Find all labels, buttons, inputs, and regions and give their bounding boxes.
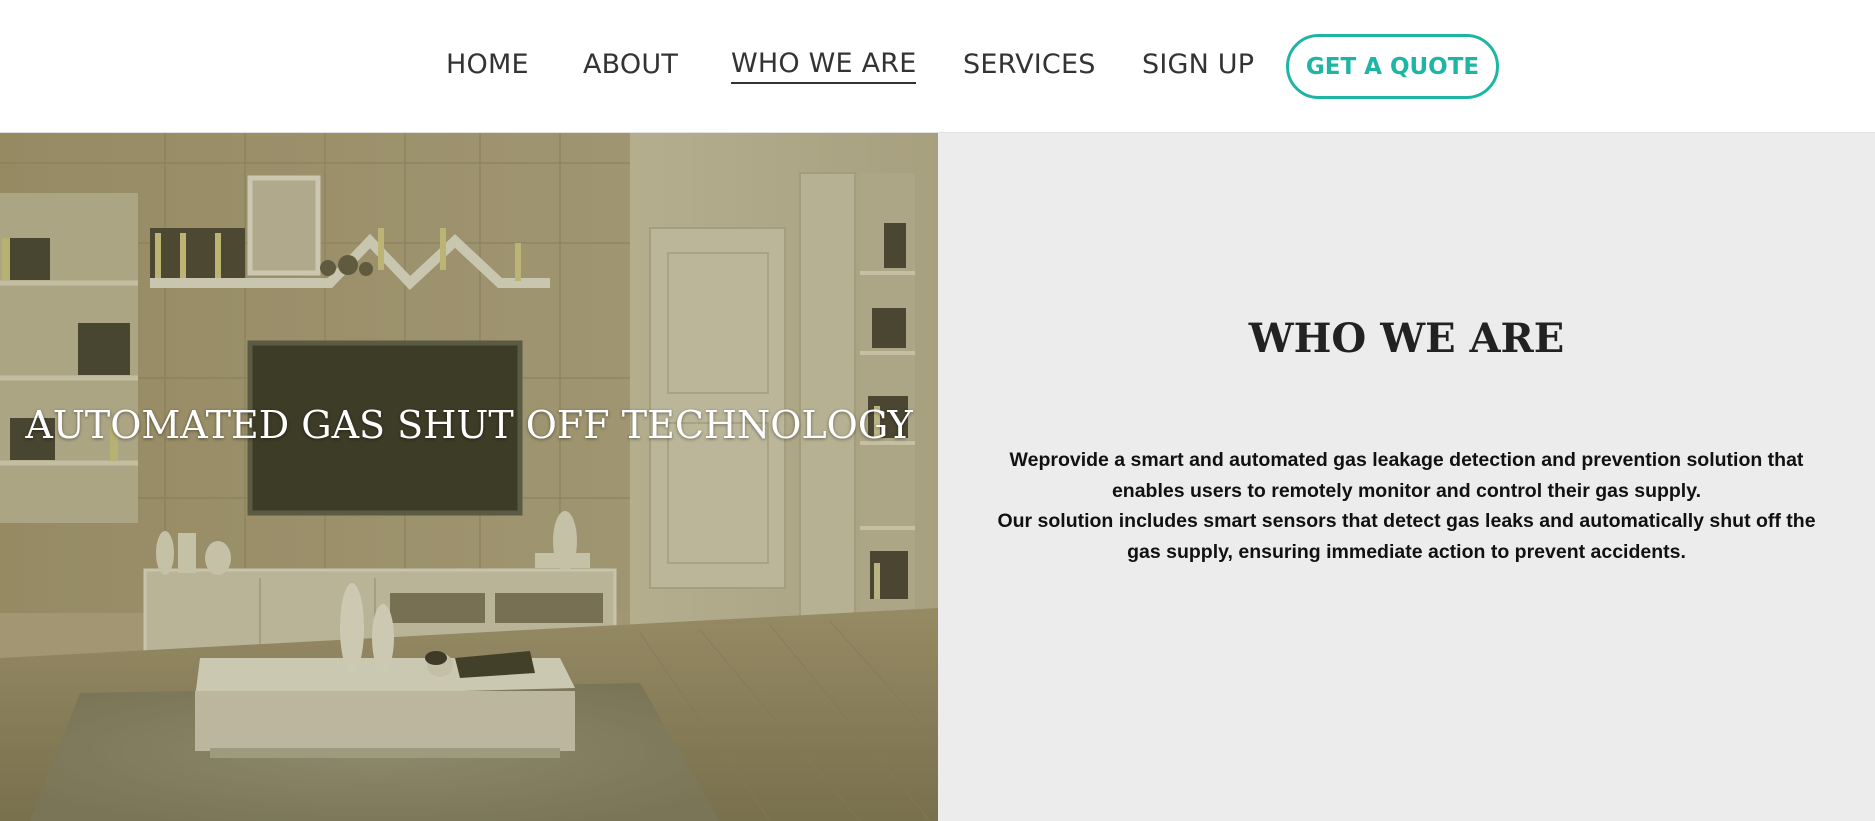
hero-image-section: AUTOMATED GAS SHUT OFF TECHNOLOGY: [0, 133, 938, 821]
nav-sign-up-link[interactable]: SIGN UP: [1142, 47, 1254, 87]
section-heading: WHO WE ARE: [1248, 315, 1565, 362]
hero-tint-overlay: [0, 133, 938, 821]
description-paragraph: Weprovide a smart and automated gas leak…: [1009, 449, 1804, 502]
description-paragraph: Our solution includes smart sensors that…: [997, 510, 1816, 563]
section-description: Weprovide a smart and automated gas leak…: [993, 445, 1820, 567]
nav-home-link[interactable]: HOME: [446, 47, 529, 87]
hero-title: AUTOMATED GAS SHUT OFF TECHNOLOGY: [25, 403, 913, 447]
get-a-quote-button[interactable]: GET A QUOTE: [1286, 34, 1499, 99]
top-navbar: HOME ABOUT WHO WE ARE SERVICES SIGN UP G…: [0, 0, 1875, 133]
nav-who-we-are-link[interactable]: WHO WE ARE: [731, 47, 917, 84]
who-we-are-panel: WHO WE ARE Weprovide a smart and automat…: [938, 133, 1875, 821]
nav-about-link[interactable]: ABOUT: [583, 47, 678, 87]
nav-services-link[interactable]: SERVICES: [963, 47, 1096, 87]
